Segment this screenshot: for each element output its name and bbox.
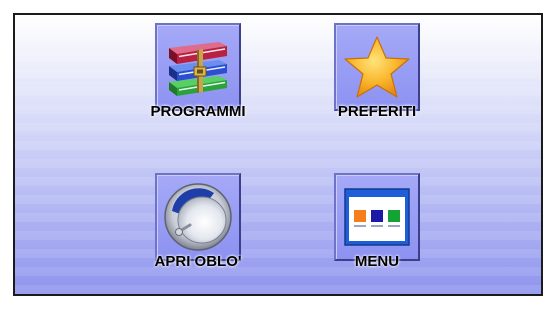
menu-label: MENU [354, 253, 400, 270]
preferiti-icon-box[interactable] [334, 23, 420, 111]
apri-oblo-icon-box[interactable] [155, 173, 241, 261]
menu-window-icon [344, 188, 410, 246]
menu-button[interactable]: MENU [307, 173, 447, 293]
preferiti-label: PREFERITI [337, 103, 417, 120]
door-porthole-icon [164, 183, 232, 251]
apri-oblo-label: APRI OBLO' [154, 253, 242, 270]
programmi-icon-box[interactable] [155, 23, 241, 111]
programmi-button[interactable]: PROGRAMMI [128, 23, 268, 143]
preferiti-button[interactable]: PREFERITI [307, 23, 447, 143]
programmi-label: PROGRAMMI [150, 103, 246, 120]
apri-oblo-button[interactable]: APRI OBLO' [128, 173, 268, 293]
main-screen: PROGRAMMI PREFERITI APRI OBLO' MENU [13, 13, 543, 296]
books-icon [169, 42, 227, 96]
menu-icon-box[interactable] [334, 173, 420, 261]
star-icon [344, 36, 410, 98]
